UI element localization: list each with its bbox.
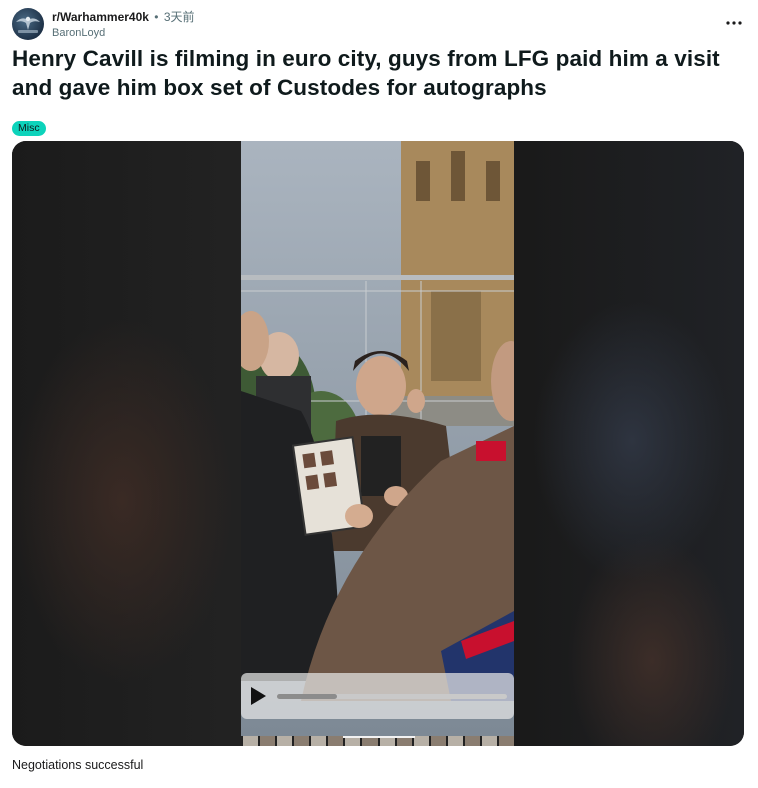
video-still — [241, 141, 514, 746]
aquila-icon — [16, 16, 40, 33]
progress-bar[interactable] — [277, 694, 507, 699]
subreddit-name[interactable]: r/Warhammer40k — [52, 10, 149, 24]
more-options-button[interactable] — [722, 11, 746, 35]
post-header: r/Warhammer40k • 3天前 BaronLoyd — [12, 7, 746, 41]
subreddit-avatar[interactable] — [12, 8, 44, 40]
post-time: 3天前 — [163, 10, 195, 24]
progress-bar-fill — [277, 694, 337, 699]
video-player[interactable] — [12, 141, 744, 746]
more-options-icon — [726, 21, 742, 25]
meta-separator: • — [154, 10, 159, 24]
video-frame[interactable] — [241, 141, 514, 746]
post-meta-line: r/Warhammer40k • 3天前 — [52, 10, 195, 24]
play-button[interactable] — [247, 685, 269, 707]
post-author[interactable]: BaronLoyd — [52, 26, 105, 40]
post-flair[interactable]: Misc — [12, 121, 46, 136]
post-title[interactable]: Henry Cavill is filming in euro city, gu… — [12, 44, 742, 102]
play-icon — [251, 687, 266, 705]
player-controls — [241, 673, 514, 719]
post-body-text: Negotiations successful — [12, 758, 144, 772]
scrub-marker[interactable] — [343, 736, 415, 738]
